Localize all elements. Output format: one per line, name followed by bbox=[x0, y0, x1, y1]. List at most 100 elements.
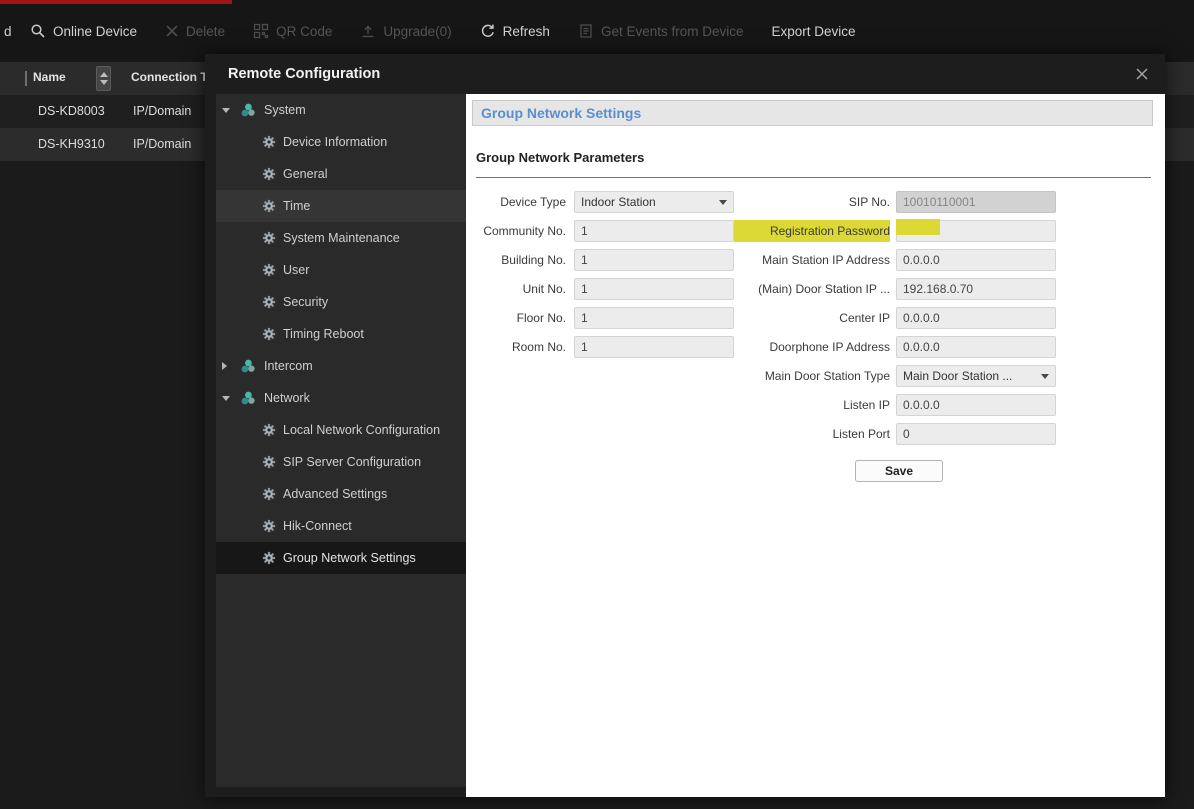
tree-item-label: Group Network Settings bbox=[283, 551, 416, 565]
tree-item-device-information[interactable]: Device Information bbox=[216, 126, 466, 158]
content-header-bar: Group Network Settings bbox=[472, 100, 1153, 126]
chevron-down-icon bbox=[1041, 374, 1049, 379]
tree-item-security[interactable]: Security bbox=[216, 286, 466, 318]
tree-item-label: SIP Server Configuration bbox=[283, 455, 421, 469]
tree-item-sip-server-configuration[interactable]: SIP Server Configuration bbox=[216, 446, 466, 478]
delete-icon bbox=[165, 24, 179, 38]
main-door-station-type-select[interactable]: Main Door Station ... bbox=[896, 365, 1056, 387]
field-label: Doorphone IP Address bbox=[734, 336, 890, 358]
expand-arrow-icon[interactable] bbox=[222, 396, 234, 401]
close-icon[interactable] bbox=[1133, 65, 1151, 83]
main-station-ip-input[interactable] bbox=[896, 249, 1056, 271]
tree-item-user[interactable]: User bbox=[216, 254, 466, 286]
doorphone-ip-input[interactable] bbox=[896, 336, 1056, 358]
toolbar: d Online Device Delete QR Code Upgrade(0… bbox=[0, 0, 1194, 62]
tree-item-label: Local Network Configuration bbox=[283, 423, 440, 437]
field-label-highlighted: Registration Password bbox=[734, 220, 890, 242]
field-label: Main Door Station Type bbox=[734, 365, 890, 387]
tree-item-label: Time bbox=[283, 199, 310, 213]
toolbar-item-delete[interactable]: Delete bbox=[165, 24, 225, 39]
floor-no-input[interactable] bbox=[574, 307, 734, 329]
dialog-title: Remote Configuration bbox=[228, 66, 380, 82]
selected-value: Indoor Station bbox=[581, 195, 656, 209]
tree-item-label: User bbox=[283, 263, 309, 277]
gear-icon bbox=[262, 231, 276, 245]
device-type-select[interactable]: Indoor Station bbox=[574, 191, 734, 213]
gear-icon bbox=[262, 455, 276, 469]
form-row-main-door-station-ip: (Main) Door Station IP ... bbox=[734, 278, 1056, 300]
config-content-pane: Group Network Settings Group Network Par… bbox=[466, 94, 1165, 797]
column-header-name[interactable]: Name bbox=[33, 70, 66, 84]
gear-icon bbox=[262, 519, 276, 533]
tree-item-timing-reboot[interactable]: Timing Reboot bbox=[216, 318, 466, 350]
tree-item-label: Device Information bbox=[283, 135, 387, 149]
toolbar-item-upgrade[interactable]: Upgrade(0) bbox=[360, 23, 451, 39]
device-name-cell: DS-KH9310 bbox=[38, 137, 105, 151]
toolbar-label: Export Device bbox=[772, 24, 856, 39]
center-ip-input[interactable] bbox=[896, 307, 1056, 329]
listen-port-input[interactable] bbox=[896, 423, 1056, 445]
tree-group-network[interactable]: Network bbox=[216, 382, 466, 414]
form-left-column: Device Type Indoor Station Community No.… bbox=[474, 191, 734, 482]
toolbar-item-online-device[interactable]: Online Device bbox=[30, 23, 137, 39]
tree-item-label: Network bbox=[264, 391, 310, 405]
form-row-sip-no: SIP No. bbox=[734, 191, 1056, 213]
sort-spinner[interactable] bbox=[96, 66, 111, 91]
sort-down-icon bbox=[100, 80, 108, 85]
field-label: Unit No. bbox=[474, 278, 566, 300]
tree-group-intercom[interactable]: Intercom bbox=[216, 350, 466, 382]
gear-icon bbox=[262, 487, 276, 501]
field-label: SIP No. bbox=[734, 191, 890, 213]
toolbar-label: QR Code bbox=[276, 24, 332, 39]
tree-item-hik-connect[interactable]: Hik-Connect bbox=[216, 510, 466, 542]
tree-item-system-maintenance[interactable]: System Maintenance bbox=[216, 222, 466, 254]
tree-item-group-network-settings[interactable]: Group Network Settings bbox=[216, 542, 466, 574]
tree-item-local-network-configuration[interactable]: Local Network Configuration bbox=[216, 414, 466, 446]
column-header-connection[interactable]: Connection T... bbox=[131, 70, 216, 84]
toolbar-item-qr-code[interactable]: QR Code bbox=[253, 23, 332, 39]
cluster-icon bbox=[240, 358, 256, 374]
field-label: Main Station IP Address bbox=[734, 249, 890, 271]
tree-group-system[interactable]: System bbox=[216, 94, 466, 126]
chevron-down-icon bbox=[719, 200, 727, 205]
gear-icon bbox=[262, 135, 276, 149]
gear-icon bbox=[262, 199, 276, 213]
main-door-station-ip-input[interactable] bbox=[896, 278, 1056, 300]
form-row-registration-password: Registration Password bbox=[734, 220, 1056, 242]
tree-item-time[interactable]: Time bbox=[216, 190, 466, 222]
cluster-icon bbox=[240, 390, 256, 406]
form-row-listen-ip: Listen IP bbox=[734, 394, 1056, 416]
form-row-community-no: Community No. bbox=[474, 220, 734, 242]
save-button[interactable]: Save bbox=[855, 460, 943, 482]
listen-ip-input[interactable] bbox=[896, 394, 1056, 416]
search-icon bbox=[30, 23, 46, 39]
expand-arrow-icon[interactable] bbox=[222, 108, 234, 113]
selected-value: Main Door Station ... bbox=[903, 369, 1012, 383]
field-label: Listen Port bbox=[734, 423, 890, 445]
section-divider bbox=[476, 177, 1151, 178]
toolbar-item-get-events[interactable]: Get Events from Device bbox=[578, 23, 744, 39]
tree-item-advanced-settings[interactable]: Advanced Settings bbox=[216, 478, 466, 510]
save-row: Save bbox=[734, 460, 1056, 482]
toolbar-label: Online Device bbox=[53, 24, 137, 39]
form-row-floor-no: Floor No. bbox=[474, 307, 734, 329]
toolbar-item-export-device[interactable]: Export Device bbox=[772, 24, 856, 39]
form-row-device-type: Device Type Indoor Station bbox=[474, 191, 734, 213]
tree-item-label: General bbox=[283, 167, 327, 181]
expand-arrow-icon[interactable] bbox=[222, 362, 234, 370]
room-no-input[interactable] bbox=[574, 336, 734, 358]
toolbar-item-refresh[interactable]: Refresh bbox=[480, 23, 550, 39]
field-label: Building No. bbox=[474, 249, 566, 271]
content-header-title: Group Network Settings bbox=[481, 105, 641, 121]
tree-item-general[interactable]: General bbox=[216, 158, 466, 190]
unit-no-input[interactable] bbox=[574, 278, 734, 300]
refresh-icon bbox=[480, 23, 496, 39]
community-no-input[interactable] bbox=[574, 220, 734, 242]
toolbar-item-add-partial[interactable]: d bbox=[4, 24, 18, 39]
field-label: Room No. bbox=[474, 336, 566, 358]
tree-item-label: Security bbox=[283, 295, 328, 309]
column-divider bbox=[25, 71, 27, 86]
building-no-input[interactable] bbox=[574, 249, 734, 271]
gear-icon bbox=[262, 167, 276, 181]
window-accent-bar bbox=[0, 0, 232, 4]
